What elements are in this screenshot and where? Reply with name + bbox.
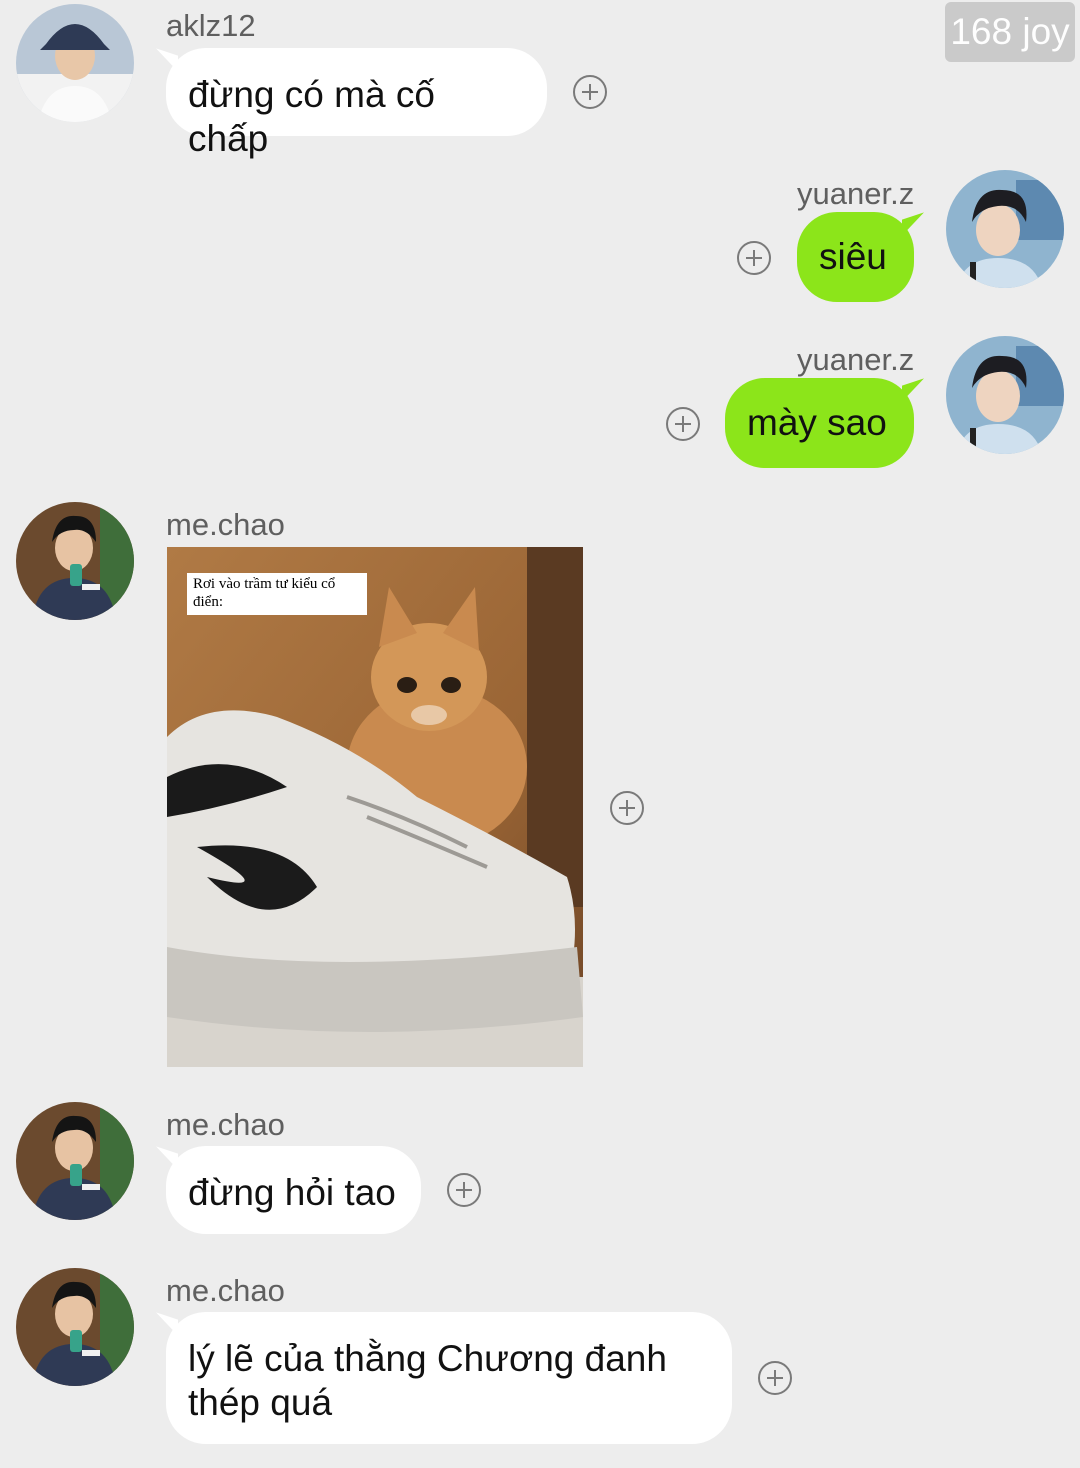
add-reaction-icon[interactable] <box>758 1361 792 1395</box>
message-bubble[interactable]: siêu <box>797 212 914 302</box>
add-reaction-icon[interactable] <box>573 75 607 109</box>
message-text: siêu <box>819 236 887 277</box>
watermark-badge: 168 joy <box>945 2 1075 62</box>
avatar-me-chao[interactable] <box>16 502 134 620</box>
message-text: đừng hỏi tao <box>188 1172 396 1213</box>
avatar-yuaner-z[interactable] <box>946 336 1064 454</box>
message-bubble[interactable]: mày sao <box>725 378 914 468</box>
add-reaction-icon[interactable] <box>666 407 700 441</box>
add-reaction-icon[interactable] <box>737 241 771 275</box>
message-bubble[interactable]: đừng hỏi tao <box>166 1146 421 1234</box>
message-bubble[interactable]: đừng có mà cố chấp <box>166 48 547 159</box>
meme-image[interactable]: Rơi vào trầm tư kiểu cổ điển: <box>167 547 583 1067</box>
message-text-line: thép quá <box>188 1382 333 1423</box>
image-caption: Rơi vào trầm tư kiểu cổ điển: <box>193 576 336 610</box>
avatar-me-chao[interactable] <box>16 1102 134 1220</box>
add-reaction-icon[interactable] <box>610 791 644 825</box>
message-bubble[interactable]: lý lẽ của thằng Chương đanh thép quá <box>166 1312 732 1444</box>
add-reaction-icon[interactable] <box>447 1173 481 1207</box>
avatar-me-chao[interactable] <box>16 1268 134 1386</box>
sender-name: aklz12 <box>166 8 256 43</box>
sender-name: yuaner.z <box>797 342 915 377</box>
sender-name: me.chao <box>166 1107 285 1142</box>
message-text-line: lý lẽ của thằng Chương đanh <box>188 1338 667 1379</box>
message-text: đừng có mà cố chấp <box>188 74 435 159</box>
sender-name: yuaner.z <box>797 176 915 211</box>
message-text: mày sao <box>747 402 887 443</box>
sender-name: me.chao <box>166 507 285 542</box>
sender-name: me.chao <box>166 1273 285 1308</box>
avatar-yuaner-z[interactable] <box>946 170 1064 288</box>
avatar-aklz12[interactable] <box>16 4 134 122</box>
